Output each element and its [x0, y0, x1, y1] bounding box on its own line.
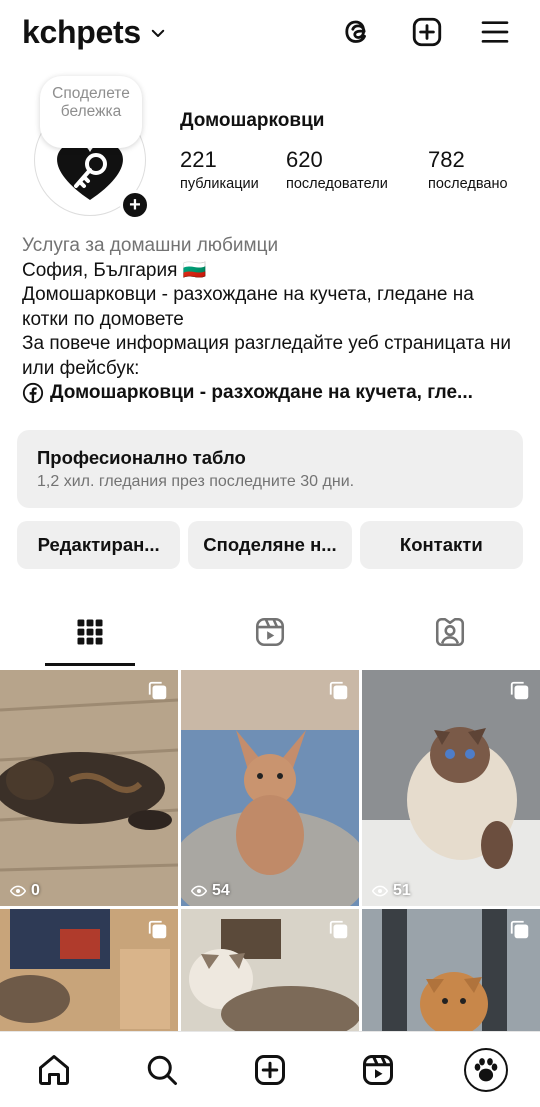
- contacts-button[interactable]: Контакти: [359, 521, 523, 569]
- profile-stats: 221 публикации 620 последователи 782 пос…: [180, 146, 530, 194]
- bio-line: Домошарковци - разхождане на кучета, гле…: [22, 284, 474, 330]
- profile-category: Услуга за домашни любимци: [22, 235, 279, 256]
- view-count: 54: [191, 882, 230, 900]
- create-post-icon[interactable]: [409, 14, 445, 50]
- carousel-icon: [329, 681, 348, 700]
- carousel-icon: [148, 920, 167, 939]
- grid-icon: [77, 619, 103, 645]
- carousel-icon: [329, 920, 348, 939]
- edit-profile-button[interactable]: Редактиран...: [17, 521, 181, 569]
- following-count[interactable]: 782 последвано: [428, 146, 528, 194]
- bio-location: София, България 🇧🇬: [22, 259, 207, 281]
- followers-count[interactable]: 620 последователи: [286, 146, 428, 194]
- eye-icon: [372, 885, 388, 897]
- threads-icon[interactable]: [340, 14, 376, 50]
- chevron-down-icon: [151, 29, 165, 37]
- tagged-icon: [435, 617, 465, 647]
- tortoiseshell-cat-photo: [0, 670, 178, 906]
- account-switcher[interactable]: kchpets: [22, 14, 167, 51]
- view-count: 0: [10, 882, 40, 900]
- post-thumbnail[interactable]: [181, 909, 359, 1032]
- tab-tagged[interactable]: [360, 598, 540, 666]
- username: kchpets: [22, 14, 141, 50]
- posts-count: 221 публикации: [180, 147, 259, 192]
- nav-profile[interactable]: [459, 1043, 513, 1097]
- posts-grid: 0 54 51: [0, 670, 540, 1032]
- bio-line: За повече информация разгледайте уеб стр…: [22, 333, 511, 379]
- facebook-link[interactable]: Домошарковци - разхождане на кучета, гле…: [22, 381, 522, 406]
- post-thumbnail[interactable]: [0, 909, 178, 1032]
- bottom-nav: [0, 1031, 540, 1107]
- share-profile-button[interactable]: Споделяне н...: [188, 521, 352, 569]
- content-tabs: [0, 598, 540, 666]
- nav-reels[interactable]: [351, 1043, 405, 1097]
- note-text: Споделете бележка: [52, 85, 130, 120]
- post-thumbnail[interactable]: 51: [362, 670, 540, 906]
- profile-actions: Редактиран... Споделяне н... Контакти: [17, 521, 523, 569]
- post-thumbnail[interactable]: 0: [0, 670, 178, 906]
- carousel-icon: [148, 681, 167, 700]
- profile-avatar-small: [464, 1047, 508, 1092]
- ragdoll-cat-photo: [362, 670, 540, 906]
- paw-icon: [474, 1057, 498, 1081]
- nav-create[interactable]: [243, 1043, 297, 1097]
- dashboard-subtitle: 1,2 хил. гледания през последните 30 дни…: [37, 473, 355, 490]
- home-icon: [39, 1054, 69, 1085]
- post-thumbnail[interactable]: 54: [181, 670, 359, 906]
- view-count: 51: [372, 882, 411, 900]
- eye-icon: [191, 885, 207, 897]
- professional-dashboard[interactable]: Професионално табло 1,2 хил. гледания пр…: [17, 430, 523, 508]
- menu-icon[interactable]: [477, 14, 513, 50]
- display-name: Домошарковци: [180, 110, 325, 131]
- carousel-icon: [510, 681, 529, 700]
- nav-search[interactable]: [135, 1043, 189, 1097]
- nav-home[interactable]: [27, 1043, 81, 1097]
- tab-reels[interactable]: [180, 598, 360, 666]
- tab-posts[interactable]: [0, 598, 180, 666]
- add-story-icon[interactable]: +: [120, 190, 150, 220]
- carousel-icon: [510, 920, 529, 939]
- profile-bio: Услуга за домашни любимци София, Българи…: [22, 234, 522, 406]
- create-post-icon: [255, 1054, 285, 1085]
- reels-icon: [363, 1054, 393, 1085]
- note-bubble[interactable]: Споделете бележка: [40, 76, 142, 148]
- facebook-link-text: Домошарковци - разхождане на кучета, гле…: [50, 382, 473, 403]
- reels-icon: [255, 617, 285, 647]
- sphynx-cat-photo: [181, 670, 359, 906]
- dashboard-title: Професионално табло: [37, 447, 246, 468]
- top-bar: kchpets: [0, 0, 540, 68]
- facebook-icon: [22, 383, 44, 404]
- search-icon: [147, 1055, 177, 1085]
- eye-icon: [10, 885, 26, 897]
- post-thumbnail[interactable]: [362, 909, 540, 1032]
